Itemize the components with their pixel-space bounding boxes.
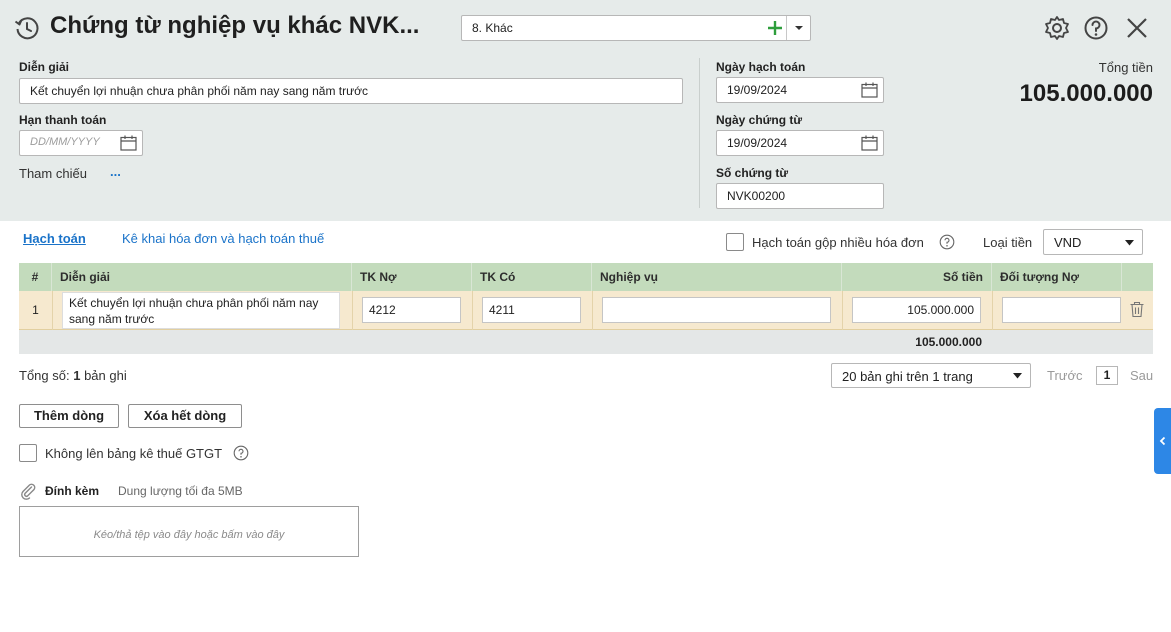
description-input[interactable]: Kết chuyển lợi nhuận chưa phân phối năm … xyxy=(19,78,683,104)
cell-divider xyxy=(352,291,353,330)
exclude-vat-checkbox[interactable] xyxy=(19,444,37,462)
attachment-dropzone[interactable]: Kéo/thả tệp vào đây hoặc bấm vào đây xyxy=(19,506,359,557)
currency-select[interactable]: VND xyxy=(1043,229,1143,255)
column-header-debit-account: TK Nợ xyxy=(352,263,472,291)
total-label: Tổng tiền xyxy=(1098,60,1153,75)
header-divider xyxy=(699,58,700,208)
chevron-down-icon[interactable] xyxy=(793,24,805,32)
chevron-down-icon xyxy=(1013,373,1022,379)
column-header-amount: Số tiền xyxy=(842,263,992,291)
voucher-date-input[interactable]: 19/09/2024 xyxy=(716,130,884,156)
voucher-no-label: Số chứng từ xyxy=(716,166,789,180)
row-credit-account-input[interactable]: 4211 xyxy=(482,297,581,323)
delete-all-rows-button[interactable]: Xóa hết dòng xyxy=(128,404,242,428)
cell-divider xyxy=(472,291,473,330)
voucher-date-label: Ngày chứng từ xyxy=(716,113,803,127)
page-title: Chứng từ nghiệp vụ khác NVK... xyxy=(50,12,420,39)
calendar-icon[interactable] xyxy=(120,135,137,151)
due-date-label: Hạn thanh toán xyxy=(19,113,107,127)
voucher-type-select[interactable]: 8. Khác xyxy=(461,15,811,41)
help-icon[interactable] xyxy=(1082,14,1110,42)
current-page[interactable]: 1 xyxy=(1096,366,1118,385)
record-count-suffix: bản ghi xyxy=(84,368,127,383)
merge-invoices-label: Hạch toán gộp nhiều hóa đơn xyxy=(752,235,924,250)
currency-label: Loại tiền xyxy=(983,235,1033,250)
posting-date-input[interactable]: 19/09/2024 xyxy=(716,77,884,103)
exclude-vat-label: Không lên bảng kê thuế GTGT xyxy=(45,446,223,461)
record-count: Tổng số: 1 bản ghi xyxy=(19,368,127,383)
history-icon[interactable] xyxy=(14,15,40,41)
attachment-label: Đính kèm xyxy=(45,484,100,498)
total-value: 105.000.000 xyxy=(1019,80,1153,107)
add-row-button[interactable]: Thêm dòng xyxy=(19,404,119,428)
merge-invoices-checkbox[interactable] xyxy=(726,233,744,251)
cell-divider xyxy=(592,291,593,330)
row-index: 1 xyxy=(32,303,39,317)
side-panel-toggle[interactable] xyxy=(1154,408,1171,474)
next-page-link[interactable]: Sau xyxy=(1130,368,1153,383)
paperclip-icon xyxy=(21,483,36,500)
chevron-left-icon xyxy=(1159,436,1166,446)
calendar-icon[interactable] xyxy=(861,82,878,98)
table-row[interactable]: 1 Kết chuyển lợi nhuận chưa phân phối nă… xyxy=(19,291,1153,330)
row-operation-input[interactable] xyxy=(602,297,831,323)
dropzone-text: Kéo/thả tệp vào đây hoặc bấm vào đây xyxy=(93,529,285,541)
posting-date-value: 19/09/2024 xyxy=(727,83,788,97)
voucher-header: Chứng từ nghiệp vụ khác NVK... 8. Khác D… xyxy=(0,0,1171,221)
column-header-description: Diễn giải xyxy=(52,263,352,291)
calendar-icon[interactable] xyxy=(861,135,878,151)
chevron-down-icon xyxy=(1125,240,1134,246)
voucher-type-value: 8. Khác xyxy=(472,21,513,35)
trash-icon[interactable] xyxy=(1129,301,1145,318)
row-description-input[interactable]: Kết chuyển lợi nhuận chưa phân phối năm … xyxy=(62,292,340,329)
row-amount-input[interactable]: 105.000.000 xyxy=(852,297,981,323)
due-date-input[interactable]: DD/MM/YYYY xyxy=(19,130,143,156)
currency-value: VND xyxy=(1054,235,1082,250)
prev-page-link[interactable]: Trước xyxy=(1047,368,1083,383)
record-count-prefix: Tổng số: xyxy=(19,368,70,383)
column-header-index: # xyxy=(19,263,52,291)
title-row: Chứng từ nghiệp vụ khác NVK... 8. Khác xyxy=(0,0,1171,56)
tab-invoice-tax[interactable]: Kê khai hóa đơn và hạch toán thuế xyxy=(122,231,324,246)
attachment-size-note: Dung lượng tối đa 5MB xyxy=(118,484,243,498)
posting-date-label: Ngày hạch toán xyxy=(716,60,806,74)
page-size-value: 20 bản ghi trên 1 trang xyxy=(842,369,973,384)
column-header-debit-object: Đối tượng Nợ xyxy=(992,263,1122,291)
grid-footer: 105.000.000 xyxy=(19,330,1153,354)
help-icon[interactable] xyxy=(939,234,955,250)
add-icon[interactable] xyxy=(764,17,786,39)
due-date-placeholder: DD/MM/YYYY xyxy=(30,136,100,148)
reference-more-link[interactable]: ... xyxy=(110,164,121,179)
page-size-select[interactable]: 20 bản ghi trên 1 trang xyxy=(831,363,1031,388)
record-count-value: 1 xyxy=(73,368,81,383)
row-debit-object-input[interactable] xyxy=(1002,297,1121,323)
row-debit-account-input[interactable]: 4212 xyxy=(362,297,461,323)
help-icon[interactable] xyxy=(233,445,249,461)
gear-icon[interactable] xyxy=(1043,14,1071,42)
close-icon[interactable] xyxy=(1123,14,1151,42)
grid-footer-total: 105.000.000 xyxy=(915,335,982,349)
grid-header: # Diễn giải TK Nợ TK Có Nghiệp vụ Số tiề… xyxy=(19,263,1153,291)
cell-divider xyxy=(52,291,53,330)
column-header-credit-account: TK Có xyxy=(472,263,592,291)
column-header-operation: Nghiệp vụ xyxy=(592,263,842,291)
select-divider xyxy=(786,16,787,40)
description-label: Diễn giải xyxy=(19,60,70,74)
reference-label: Tham chiếu xyxy=(19,166,87,181)
voucher-date-value: 19/09/2024 xyxy=(727,136,788,150)
cell-divider xyxy=(992,291,993,330)
tab-accounting[interactable]: Hạch toán xyxy=(23,231,86,246)
voucher-no-input[interactable]: NVK00200 xyxy=(716,183,884,209)
cell-divider xyxy=(842,291,843,330)
